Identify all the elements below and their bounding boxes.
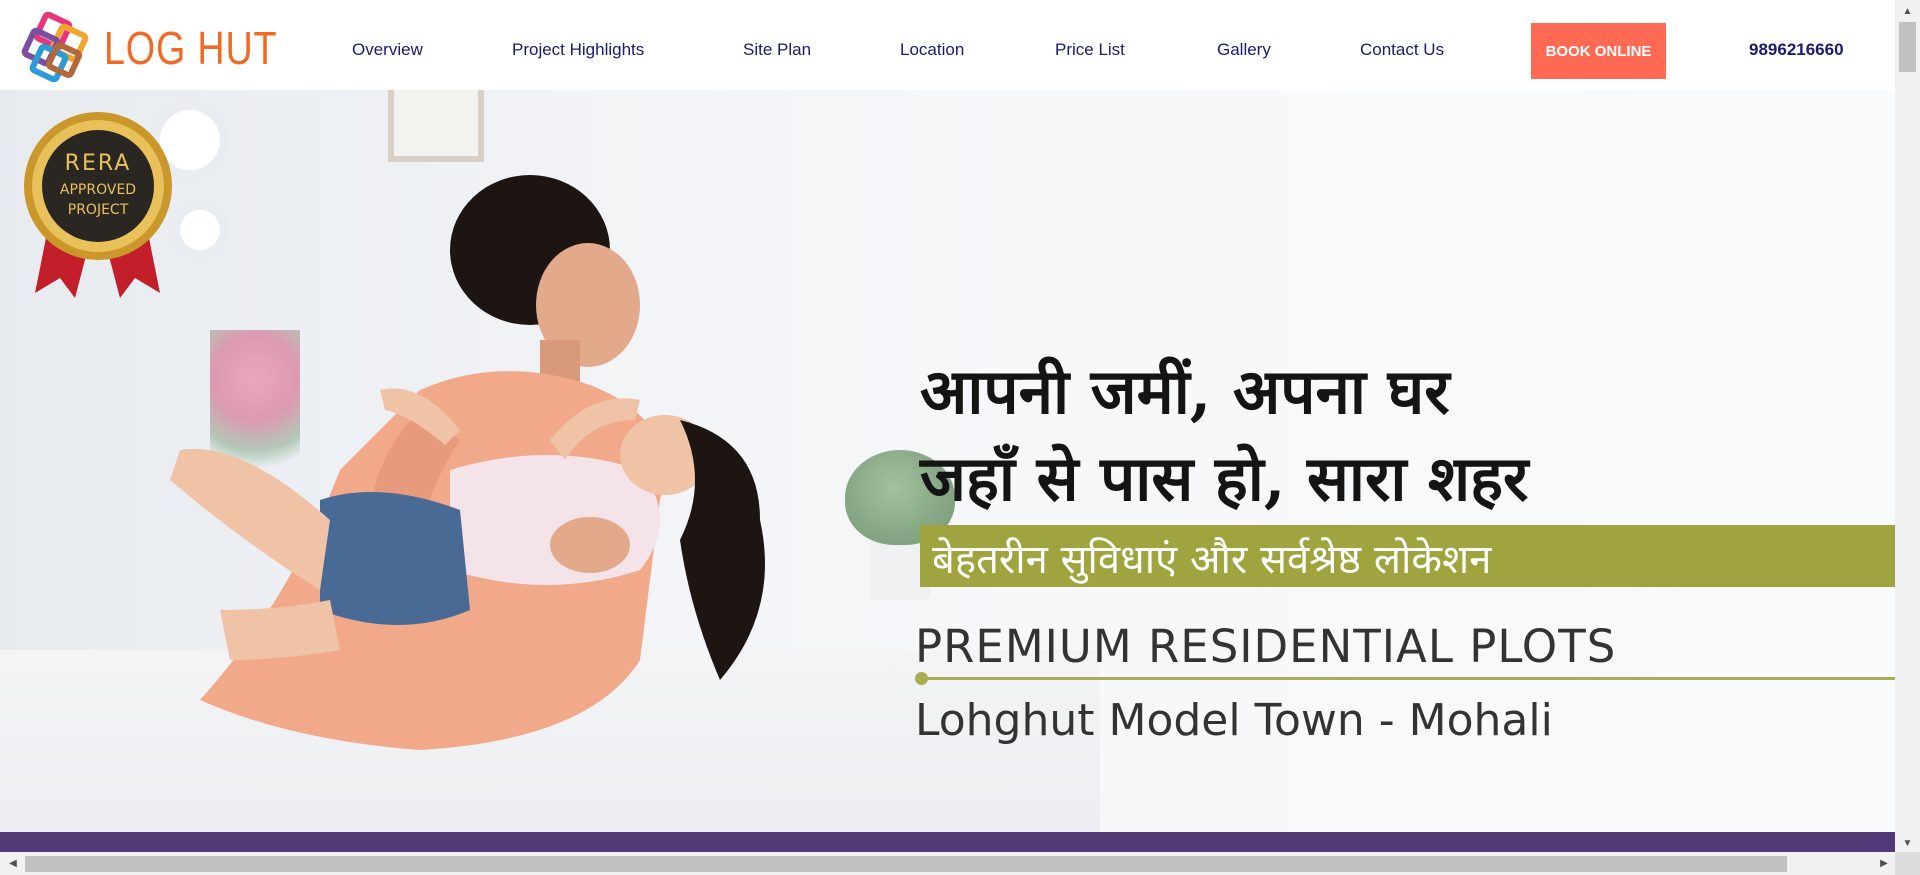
triangle-down-icon[interactable]: ▼ <box>1895 834 1920 852</box>
nav-project-highlights[interactable]: Project Highlights <box>512 40 644 60</box>
vertical-scroll-thumb[interactable] <box>1899 22 1916 72</box>
hero-banner: RERA APPROVED PROJECT आपनी जमीं, अपना घर… <box>0 90 1895 832</box>
triangle-right-icon[interactable]: ▶ <box>1873 852 1895 875</box>
badge-line1: RERA <box>65 151 132 176</box>
nav-contact-us[interactable]: Contact Us <box>1360 40 1444 60</box>
nav-gallery[interactable]: Gallery <box>1217 40 1271 60</box>
nav-site-plan[interactable]: Site Plan <box>743 40 811 60</box>
site-header: LOG HUT Overview Project Highlights Site… <box>0 0 1895 90</box>
mother-daughter-photo <box>170 175 765 750</box>
book-online-button[interactable]: BOOK ONLINE <box>1531 23 1666 79</box>
triangle-left-icon[interactable]: ◀ <box>2 852 24 875</box>
rera-approved-badge: RERA APPROVED PROJECT <box>24 112 172 298</box>
nav-overview[interactable]: Overview <box>352 40 423 60</box>
vertical-scrollbar[interactable]: ▲ ▼ <box>1895 0 1920 852</box>
hero-location: Lohghut Model Town - Mohali <box>915 695 1553 746</box>
hero-headline-line1: आपनी जमीं, अपना घर <box>920 355 1450 428</box>
nav-price-list[interactable]: Price List <box>1055 40 1125 60</box>
badge-line2: APPROVED <box>60 182 136 198</box>
page: LOG HUT Overview Project Highlights Site… <box>0 0 1920 875</box>
triangle-up-icon[interactable]: ▲ <box>1895 2 1920 20</box>
hero-headline-line2: जहाँ से पास हो, सारा शहर <box>920 442 1529 515</box>
horizontal-scroll-thumb[interactable] <box>25 856 1787 872</box>
badge-line3: PROJECT <box>68 202 129 218</box>
nav-location[interactable]: Location <box>900 40 964 60</box>
horizontal-scrollbar[interactable]: ◀ ▶ <box>0 852 1920 875</box>
hero-title: PREMIUM RESIDENTIAL PLOTS <box>915 620 1617 673</box>
footer-band <box>0 832 1895 852</box>
hero-tagline: बेहतरीन सुविधाएं और सर्वश्रेष्ठ लोकेशन <box>932 537 1492 583</box>
scrollbar-corner <box>1895 852 1920 875</box>
hero-divider <box>921 677 1895 680</box>
phone-link[interactable]: 9896216660 <box>1749 40 1844 60</box>
